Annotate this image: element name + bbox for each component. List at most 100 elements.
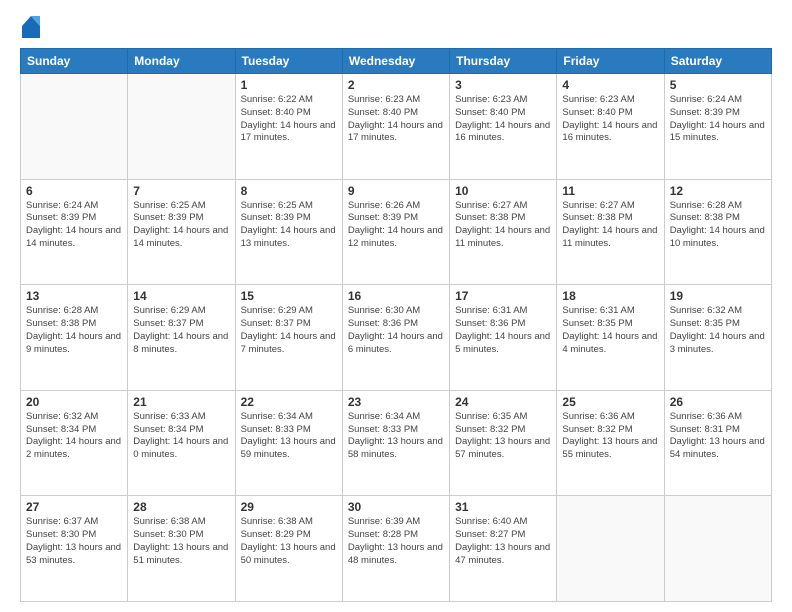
- day-info: Sunrise: 6:27 AMSunset: 8:38 PMDaylight:…: [562, 200, 658, 251]
- calendar-cell: 7 Sunrise: 6:25 AMSunset: 8:39 PMDaylight…: [128, 179, 235, 285]
- calendar-cell: 15 Sunrise: 6:29 AMSunset: 8:37 PMDayligh…: [235, 285, 342, 391]
- day-info: Sunrise: 6:23 AMSunset: 8:40 PMDaylight:…: [455, 94, 551, 145]
- calendar-week-4: 20Sunrise: 6:32 AMSunset: 8:34 PMDayligh…: [21, 390, 772, 496]
- calendar-header-saturday: Saturday: [664, 49, 771, 74]
- calendar-cell: 17 Sunrise: 6:31 AMSunset: 8:36 PMDayligh…: [450, 285, 557, 391]
- calendar-cell: 25 Sunrise: 6:36 AMSunset: 8:32 PMDayligh…: [557, 390, 664, 496]
- calendar-cell: [128, 74, 235, 180]
- day-number: 31: [455, 500, 551, 514]
- calendar-cell: [557, 496, 664, 602]
- day-number: 28: [133, 500, 229, 514]
- day-info: Sunrise: 6:40 AMSunset: 8:27 PMDaylight:…: [455, 516, 551, 567]
- day-info: Sunrise: 6:24 AMSunset: 8:39 PMDaylight:…: [26, 200, 122, 251]
- day-info: Sunrise: 6:29 AMSunset: 8:37 PMDaylight:…: [241, 305, 337, 356]
- day-info: Sunrise: 6:24 AMSunset: 8:39 PMDaylight:…: [670, 94, 766, 145]
- day-number: 30: [348, 500, 444, 514]
- day-info: Sunrise: 6:29 AMSunset: 8:37 PMDaylight:…: [133, 305, 229, 356]
- day-info: Sunrise: 6:25 AMSunset: 8:39 PMDaylight:…: [133, 200, 229, 251]
- calendar-cell: 8 Sunrise: 6:25 AMSunset: 8:39 PMDaylight…: [235, 179, 342, 285]
- day-number: 5: [670, 78, 766, 92]
- day-info: Sunrise: 6:25 AMSunset: 8:39 PMDaylight:…: [241, 200, 337, 251]
- day-number: 24: [455, 395, 551, 409]
- calendar-header-friday: Friday: [557, 49, 664, 74]
- day-info: Sunrise: 6:28 AMSunset: 8:38 PMDaylight:…: [26, 305, 122, 356]
- day-info: Sunrise: 6:39 AMSunset: 8:28 PMDaylight:…: [348, 516, 444, 567]
- day-info: Sunrise: 6:34 AMSunset: 8:33 PMDaylight:…: [241, 411, 337, 462]
- day-number: 9: [348, 184, 444, 198]
- day-number: 7: [133, 184, 229, 198]
- calendar-header-thursday: Thursday: [450, 49, 557, 74]
- day-number: 2: [348, 78, 444, 92]
- day-info: Sunrise: 6:34 AMSunset: 8:33 PMDaylight:…: [348, 411, 444, 462]
- calendar-cell: 3 Sunrise: 6:23 AMSunset: 8:40 PMDaylight…: [450, 74, 557, 180]
- day-number: 20: [26, 395, 122, 409]
- day-info: Sunrise: 6:28 AMSunset: 8:38 PMDaylight:…: [670, 200, 766, 251]
- calendar-header-monday: Monday: [128, 49, 235, 74]
- day-number: 13: [26, 289, 122, 303]
- day-info: Sunrise: 6:33 AMSunset: 8:34 PMDaylight:…: [133, 411, 229, 462]
- calendar-week-1: 1 Sunrise: 6:22 AMSunset: 8:40 PMDaylight…: [21, 74, 772, 180]
- calendar-cell: [664, 496, 771, 602]
- day-info: Sunrise: 6:38 AMSunset: 8:29 PMDaylight:…: [241, 516, 337, 567]
- day-number: 6: [26, 184, 122, 198]
- day-number: 27: [26, 500, 122, 514]
- day-number: 12: [670, 184, 766, 198]
- day-info: Sunrise: 6:31 AMSunset: 8:35 PMDaylight:…: [562, 305, 658, 356]
- day-info: Sunrise: 6:23 AMSunset: 8:40 PMDaylight:…: [348, 94, 444, 145]
- day-info: Sunrise: 6:23 AMSunset: 8:40 PMDaylight:…: [562, 94, 658, 145]
- day-info: Sunrise: 6:37 AMSunset: 8:30 PMDaylight:…: [26, 516, 122, 567]
- day-number: 17: [455, 289, 551, 303]
- calendar-cell: 13 Sunrise: 6:28 AMSunset: 8:38 PMDayligh…: [21, 285, 128, 391]
- calendar-cell: 20Sunrise: 6:32 AMSunset: 8:34 PMDayligh…: [21, 390, 128, 496]
- day-number: 25: [562, 395, 658, 409]
- day-info: Sunrise: 6:22 AMSunset: 8:40 PMDaylight:…: [241, 94, 337, 145]
- day-number: 10: [455, 184, 551, 198]
- calendar-header-row: SundayMondayTuesdayWednesdayThursdayFrid…: [21, 49, 772, 74]
- calendar-cell: 10Sunrise: 6:27 AMSunset: 8:38 PMDayligh…: [450, 179, 557, 285]
- day-number: 26: [670, 395, 766, 409]
- calendar-cell: 23 Sunrise: 6:34 AMSunset: 8:33 PMDayligh…: [342, 390, 449, 496]
- calendar-cell: 11 Sunrise: 6:27 AMSunset: 8:38 PMDayligh…: [557, 179, 664, 285]
- day-info: Sunrise: 6:36 AMSunset: 8:32 PMDaylight:…: [562, 411, 658, 462]
- calendar-cell: 6 Sunrise: 6:24 AMSunset: 8:39 PMDaylight…: [21, 179, 128, 285]
- calendar-cell: [21, 74, 128, 180]
- header: [20, 16, 772, 38]
- calendar-week-5: 27 Sunrise: 6:37 AMSunset: 8:30 PMDayligh…: [21, 496, 772, 602]
- day-info: Sunrise: 6:30 AMSunset: 8:36 PMDaylight:…: [348, 305, 444, 356]
- day-info: Sunrise: 6:38 AMSunset: 8:30 PMDaylight:…: [133, 516, 229, 567]
- day-number: 22: [241, 395, 337, 409]
- calendar-cell: 19Sunrise: 6:32 AMSunset: 8:35 PMDayligh…: [664, 285, 771, 391]
- calendar-cell: 18Sunrise: 6:31 AMSunset: 8:35 PMDayligh…: [557, 285, 664, 391]
- calendar-cell: 9Sunrise: 6:26 AMSunset: 8:39 PMDaylight…: [342, 179, 449, 285]
- day-number: 8: [241, 184, 337, 198]
- day-number: 23: [348, 395, 444, 409]
- day-number: 14: [133, 289, 229, 303]
- day-info: Sunrise: 6:32 AMSunset: 8:35 PMDaylight:…: [670, 305, 766, 356]
- calendar-cell: 28 Sunrise: 6:38 AMSunset: 8:30 PMDayligh…: [128, 496, 235, 602]
- calendar-cell: 30 Sunrise: 6:39 AMSunset: 8:28 PMDayligh…: [342, 496, 449, 602]
- page: SundayMondayTuesdayWednesdayThursdayFrid…: [0, 0, 792, 612]
- day-number: 4: [562, 78, 658, 92]
- day-number: 29: [241, 500, 337, 514]
- calendar-week-2: 6 Sunrise: 6:24 AMSunset: 8:39 PMDaylight…: [21, 179, 772, 285]
- day-number: 1: [241, 78, 337, 92]
- day-number: 3: [455, 78, 551, 92]
- calendar-cell: 26 Sunrise: 6:36 AMSunset: 8:31 PMDayligh…: [664, 390, 771, 496]
- day-number: 11: [562, 184, 658, 198]
- day-info: Sunrise: 6:36 AMSunset: 8:31 PMDaylight:…: [670, 411, 766, 462]
- calendar-header-wednesday: Wednesday: [342, 49, 449, 74]
- day-number: 21: [133, 395, 229, 409]
- calendar-cell: 21 Sunrise: 6:33 AMSunset: 8:34 PMDayligh…: [128, 390, 235, 496]
- calendar-cell: 14 Sunrise: 6:29 AMSunset: 8:37 PMDayligh…: [128, 285, 235, 391]
- day-info: Sunrise: 6:31 AMSunset: 8:36 PMDaylight:…: [455, 305, 551, 356]
- day-number: 15: [241, 289, 337, 303]
- day-info: Sunrise: 6:35 AMSunset: 8:32 PMDaylight:…: [455, 411, 551, 462]
- calendar-cell: 5 Sunrise: 6:24 AMSunset: 8:39 PMDaylight…: [664, 74, 771, 180]
- calendar-cell: 29 Sunrise: 6:38 AMSunset: 8:29 PMDayligh…: [235, 496, 342, 602]
- day-number: 16: [348, 289, 444, 303]
- logo-icon: [22, 16, 40, 38]
- calendar-cell: 1 Sunrise: 6:22 AMSunset: 8:40 PMDaylight…: [235, 74, 342, 180]
- calendar-cell: 24 Sunrise: 6:35 AMSunset: 8:32 PMDayligh…: [450, 390, 557, 496]
- calendar-week-3: 13 Sunrise: 6:28 AMSunset: 8:38 PMDayligh…: [21, 285, 772, 391]
- calendar-header-tuesday: Tuesday: [235, 49, 342, 74]
